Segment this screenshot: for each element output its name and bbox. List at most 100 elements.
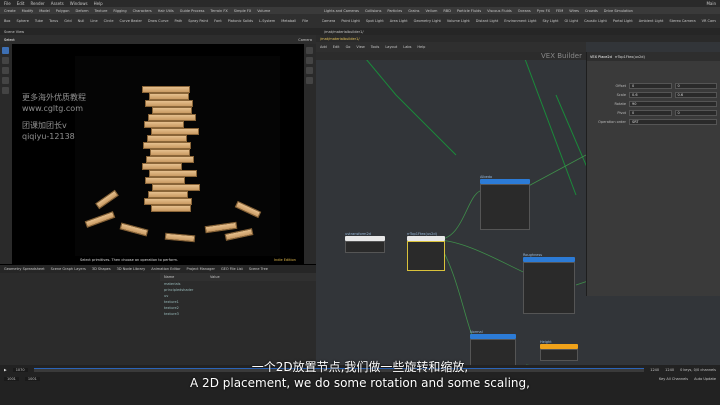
shelf-tool[interactable]: Line	[90, 19, 97, 23]
shelf-tool[interactable]: Tube	[35, 19, 43, 23]
shelf-tab[interactable]: Modify	[22, 9, 34, 13]
light-tool[interactable]: Stereo Camera	[669, 19, 695, 23]
shelf-tab[interactable]: Deform	[76, 9, 89, 13]
network-menu-item[interactable]: Edit	[333, 45, 340, 49]
light-tool[interactable]: Camera	[322, 19, 336, 23]
shelf-tab[interactable]: Viscous Fluids	[487, 9, 512, 13]
shelf-tab[interactable]: Pyro FX	[537, 9, 550, 13]
shelf-tab[interactable]: Polygon	[56, 9, 70, 13]
bottom-tab[interactable]: GEO File List	[221, 267, 243, 271]
lighting-icon[interactable]	[306, 77, 313, 84]
light-tool[interactable]: Distant Light	[476, 19, 498, 23]
shelf-tool[interactable]: Draw Curve	[148, 19, 169, 23]
light-tool[interactable]: Geometry Light	[414, 19, 441, 23]
node-roughness[interactable]: Roughness	[523, 253, 575, 314]
param-field[interactable]: 0.6	[629, 91, 672, 98]
shelf-tab[interactable]: Grains	[408, 9, 419, 13]
shelf-tool[interactable]: File	[302, 19, 308, 23]
network-menu-item[interactable]: View	[356, 45, 364, 49]
light-tool[interactable]: GI Light	[565, 19, 579, 23]
shelf-tool[interactable]: Sphere	[17, 19, 29, 23]
shelf-tab[interactable]: Characters	[133, 9, 152, 13]
tab-network-path[interactable]: /mat/materialbuilder1/	[324, 30, 364, 34]
shelf-tab[interactable]: Rigging	[113, 9, 126, 13]
menu-assets[interactable]: Assets	[51, 1, 64, 6]
shelf-tab[interactable]: Drive Simulation	[604, 9, 633, 13]
param-field[interactable]: 0	[629, 82, 672, 89]
shelf-tab[interactable]: Hair Utils	[158, 9, 174, 13]
menu-render[interactable]: Render	[30, 1, 44, 6]
shelf-tool[interactable]: Null	[78, 19, 85, 23]
bottom-tab[interactable]: 3D Shapes	[92, 267, 111, 271]
menu-windows[interactable]: Windows	[70, 1, 88, 6]
shelf-tab[interactable]: Particles	[387, 9, 402, 13]
param-field[interactable]: 0.6	[674, 91, 717, 98]
shelf-tab[interactable]: Guide Process	[180, 9, 205, 13]
param-field[interactable]: 0	[674, 109, 717, 116]
shelf-tool[interactable]: Grid	[64, 19, 71, 23]
menu-help[interactable]: Help	[94, 1, 103, 6]
shelf-tab[interactable]: Particle Fluids	[457, 9, 481, 13]
shelf-tool[interactable]: Path	[175, 19, 183, 23]
network-menu-item[interactable]: Add	[320, 45, 327, 49]
menu-file[interactable]: File	[4, 1, 11, 6]
network-menu-item[interactable]: Tools	[371, 45, 380, 49]
shelf-tab[interactable]: Volume	[257, 9, 270, 13]
light-tool[interactable]: Environment Light	[504, 19, 536, 23]
node-uvtransform2d[interactable]: uvtransform2d	[345, 232, 385, 253]
light-tool[interactable]: Caustic Light	[584, 19, 607, 23]
shelf-tool[interactable]: Platonic Solids	[228, 19, 253, 23]
network-path[interactable]: /mat/materialbuilder1/	[320, 37, 360, 41]
camera-menu[interactable]: Camera	[298, 38, 312, 42]
shelf-tab[interactable]: Model	[39, 9, 50, 13]
network-menu-item[interactable]: Layout	[385, 45, 397, 49]
shelf-tab[interactable]: Lights and Cameras	[324, 9, 359, 13]
shelf-tool[interactable]: L-System	[259, 19, 275, 23]
shelf-tab[interactable]: Oceans	[518, 9, 531, 13]
list-item[interactable]: texture3	[160, 311, 316, 317]
shelf-tool[interactable]: Box	[4, 19, 11, 23]
bottom-tab[interactable]: Geometry Spreadsheet	[4, 267, 45, 271]
param-field[interactable]: 90	[629, 100, 717, 107]
shelf-tool[interactable]: Circle	[104, 19, 114, 23]
network-menu-item[interactable]: Go	[346, 45, 351, 49]
network-menu-item[interactable]: Labs	[403, 45, 411, 49]
tab-scene-view[interactable]: Scene View	[4, 30, 24, 34]
bottom-tab[interactable]: Scene Graph Layers	[51, 267, 86, 271]
bottom-tab[interactable]: 3D Node Library	[117, 267, 146, 271]
shelf-tab[interactable]: Vellum	[426, 9, 438, 13]
light-tool[interactable]: Area Light	[390, 19, 408, 23]
light-tool[interactable]: Spot Light	[366, 19, 384, 23]
param-field[interactable]: SRT	[629, 118, 717, 125]
shelf-tool[interactable]: Font	[214, 19, 222, 23]
rotate-tool-icon[interactable]	[2, 67, 9, 74]
node-uvtransform[interactable]: rrTop1Ftex(uv2d)	[407, 232, 445, 271]
shelf-tool[interactable]: Torus	[49, 19, 58, 23]
param-field[interactable]: 0	[674, 82, 717, 89]
shelf-tool[interactable]: Curve Bezier	[120, 19, 142, 23]
shelf-tab[interactable]: Texture	[95, 9, 108, 13]
menu-edit[interactable]: Edit	[17, 1, 25, 6]
shelf-tab[interactable]: Wires	[569, 9, 579, 13]
shelf-tool[interactable]: Metaball	[281, 19, 296, 23]
param-field[interactable]: 0	[629, 109, 672, 116]
bottom-tab[interactable]: Animation Editor	[151, 267, 180, 271]
shelf-tab[interactable]: FEM	[556, 9, 563, 13]
light-tool[interactable]: Ambient Light	[639, 19, 664, 23]
shelf-tool[interactable]: Spray Paint	[188, 19, 208, 23]
bottom-tab[interactable]: Project Manager	[187, 267, 215, 271]
shelf-tab[interactable]: Terrain FX	[210, 9, 227, 13]
shelf-tab[interactable]: Crowds	[585, 9, 598, 13]
handle-tool-icon[interactable]	[2, 87, 9, 94]
network-menu-item[interactable]: Help	[417, 45, 425, 49]
light-tool[interactable]: VR Camera	[702, 19, 716, 23]
shelf-tab[interactable]: Collisions	[365, 9, 381, 13]
light-tool[interactable]: Portal Light	[613, 19, 633, 23]
select-tool-icon[interactable]	[2, 47, 9, 54]
wireframe-icon[interactable]	[306, 57, 313, 64]
light-tool[interactable]: Volume Light	[447, 19, 470, 23]
light-tool[interactable]: Sky Light	[542, 19, 558, 23]
display-options-icon[interactable]	[306, 47, 313, 54]
light-tool[interactable]: Point Light	[341, 19, 360, 23]
bottom-tab[interactable]: Scene Tree	[249, 267, 268, 271]
